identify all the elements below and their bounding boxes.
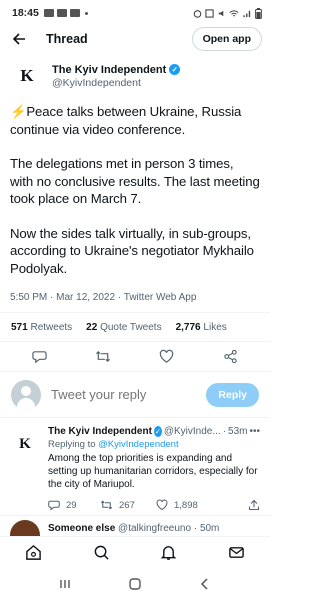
replying-to-label: Replying to (48, 439, 96, 450)
tweet-paragraph: Now the sides talk virtually, in sub-gro… (10, 225, 254, 276)
tweet-paragraph: ⚡Peace talks between Ukraine, Russia con… (10, 104, 242, 137)
user-avatar (11, 379, 41, 410)
nfc-icon (205, 8, 214, 18)
retweet-action[interactable]: 267 (100, 499, 156, 511)
tweet-timestamp[interactable]: 5:50 PM · Mar 12, 2022 · Twitter Web App (10, 292, 260, 303)
signal-icon (243, 10, 251, 17)
tweet-text: ⚡Peace talks between Ukraine, Russia con… (10, 103, 260, 277)
quotes-count: 22 (86, 321, 98, 333)
mute-icon (218, 10, 224, 16)
system-navigation (0, 568, 270, 600)
back-button-icon[interactable] (195, 574, 215, 594)
status-bar: 18:45 (0, 0, 270, 26)
author-handle[interactable]: @talkingfreeuno (118, 523, 191, 534)
share-icon (248, 499, 260, 511)
likes-count: 1,898 (174, 499, 198, 511)
author-handle[interactable]: @KyivIndependent (52, 77, 180, 89)
like-icon[interactable] (158, 348, 176, 366)
separator: · (222, 426, 227, 437)
main-tweet: K The Kyiv Independent ✓ @KyivIndependen… (0, 58, 270, 303)
status-time: 18:45 (12, 7, 39, 19)
tweet-stats: 571 Retweets 22 Quote Tweets 2,776 Likes (0, 312, 270, 342)
avatar[interactable]: K (10, 59, 44, 93)
reply-text: Among the top priorities is expanding an… (48, 453, 258, 490)
messages-icon[interactable] (226, 543, 246, 563)
author-name[interactable]: The Kyiv Independent (48, 426, 152, 437)
like-icon (156, 499, 168, 511)
reply-button[interactable]: Reply (206, 382, 259, 407)
more-notifications-icon (84, 11, 88, 15)
reply-icon (48, 500, 60, 511)
notification-icon (56, 9, 67, 17)
tweet-time[interactable]: 53m (228, 426, 247, 437)
quotes-label: Quote Tweets (100, 321, 162, 333)
replies-count: 29 (66, 499, 77, 511)
reply-tweet[interactable]: K The Kyiv Independent ✓ @KyivInde... · … (0, 420, 270, 516)
notifications-bell-icon[interactable] (159, 543, 179, 563)
home-button-icon[interactable] (125, 574, 145, 594)
retweets-stat[interactable]: 571 Retweets (11, 322, 72, 333)
tweet-actions (0, 342, 270, 372)
bottom-navigation (0, 536, 270, 568)
replying-to-link[interactable]: @KyivIndependent (98, 439, 178, 450)
verified-badge-icon: ✓ (169, 64, 181, 75)
share-action[interactable] (248, 499, 260, 511)
likes-label: Likes (203, 321, 227, 333)
home-icon[interactable] (24, 543, 44, 563)
replying-to: Replying to @KyivIndependent (48, 439, 260, 450)
top-app-bar: Thread Open app (0, 26, 270, 52)
reply-icon[interactable] (31, 348, 49, 366)
share-icon[interactable] (221, 348, 239, 366)
author-name[interactable]: The Kyiv Independent (52, 64, 166, 76)
more-options-icon[interactable]: ••• (249, 426, 260, 437)
likes-stat[interactable]: 2,776 Likes (176, 322, 227, 333)
retweet-icon[interactable] (94, 348, 112, 366)
open-app-button[interactable]: Open app (191, 27, 262, 51)
retweets-count: 267 (119, 499, 135, 511)
notification-icon (69, 9, 80, 17)
reply-composer: Reply (0, 372, 270, 418)
notification-icon (43, 9, 54, 17)
wifi-icon (229, 9, 239, 16)
quotes-stat[interactable]: 22 Quote Tweets (86, 322, 161, 333)
separator: · (193, 522, 198, 534)
tweet-time[interactable]: 50m (200, 523, 219, 534)
next-tweet[interactable]: Someone else @talkingfreeuno · 50m (0, 518, 270, 538)
author-name[interactable]: Someone else (48, 523, 115, 534)
tweet-paragraph: The delegations met in person 3 times, w… (10, 156, 260, 206)
tweet-author: K The Kyiv Independent ✓ @KyivIndependen… (10, 58, 260, 94)
recent-apps-icon[interactable] (55, 574, 75, 594)
page-title: Thread (46, 32, 88, 46)
retweets-label: Retweets (30, 321, 73, 333)
likes-count: 2,776 (175, 321, 201, 333)
retweets-count: 571 (11, 321, 28, 333)
reply-actions: 29 267 1,898 (48, 499, 260, 511)
like-action[interactable]: 1,898 (156, 499, 212, 511)
status-icons (193, 7, 262, 19)
reply-action[interactable]: 29 (48, 499, 100, 511)
search-icon[interactable] (91, 543, 111, 563)
battery-icon (255, 7, 262, 19)
retweet-icon (100, 500, 113, 510)
alarm-icon (193, 9, 202, 18)
back-arrow-icon[interactable] (10, 30, 28, 48)
verified-badge-icon: ✓ (153, 426, 162, 437)
author-handle[interactable]: @KyivInde... (164, 426, 221, 437)
avatar[interactable]: K (10, 429, 40, 459)
reply-input[interactable] (51, 387, 201, 402)
